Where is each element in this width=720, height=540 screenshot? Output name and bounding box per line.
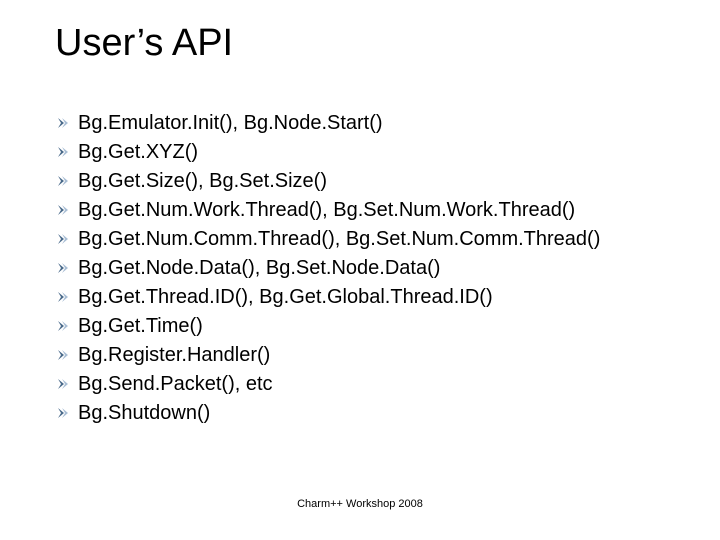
arrow-icon	[58, 342, 78, 368]
arrow-icon	[58, 371, 78, 397]
arrow-icon	[58, 284, 78, 310]
list-item-text: Bg.Emulator.Init(), Bg.Node.Start()	[78, 110, 680, 136]
arrow-icon	[58, 110, 78, 136]
list-item-text: Bg.Get.Size(), Bg.Set.Size()	[78, 168, 680, 194]
list-item: Bg.Register.Handler()	[58, 342, 680, 368]
list-item-text: Bg.Send.Packet(), etc	[78, 371, 680, 397]
list-item: Bg.Send.Packet(), etc	[58, 371, 680, 397]
arrow-icon	[58, 197, 78, 223]
list-item-text: Bg.Get.Thread.ID(), Bg.Get.Global.Thread…	[78, 284, 680, 310]
list-item-text: Bg.Get.XYZ()	[78, 139, 680, 165]
arrow-icon	[58, 226, 78, 252]
list-item: Bg.Shutdown()	[58, 400, 680, 426]
list-item-text: Bg.Get.Num.Work.Thread(), Bg.Set.Num.Wor…	[78, 197, 680, 223]
slide: User’s API Bg.Emulator.Init(), Bg.Node.S…	[0, 0, 720, 540]
list-item: Bg.Get.XYZ()	[58, 139, 680, 165]
list-item: Bg.Emulator.Init(), Bg.Node.Start()	[58, 110, 680, 136]
arrow-icon	[58, 168, 78, 194]
arrow-icon	[58, 313, 78, 339]
list-item: Bg.Get.Num.Comm.Thread(), Bg.Set.Num.Com…	[58, 226, 680, 252]
arrow-icon	[58, 255, 78, 281]
list-item-text: Bg.Get.Time()	[78, 313, 680, 339]
list-item: Bg.Get.Num.Work.Thread(), Bg.Set.Num.Wor…	[58, 197, 680, 223]
list-item: Bg.Get.Time()	[58, 313, 680, 339]
list-item-text: Bg.Get.Node.Data(), Bg.Set.Node.Data()	[78, 255, 680, 281]
slide-title: User’s API	[55, 22, 233, 65]
list-item-text: Bg.Shutdown()	[78, 400, 680, 426]
list-item: Bg.Get.Size(), Bg.Set.Size()	[58, 168, 680, 194]
slide-body: Bg.Emulator.Init(), Bg.Node.Start() Bg.G…	[58, 110, 680, 429]
arrow-icon	[58, 400, 78, 426]
arrow-icon	[58, 139, 78, 165]
slide-footer: Charm++ Workshop 2008	[0, 498, 720, 510]
list-item-text: Bg.Get.Num.Comm.Thread(), Bg.Set.Num.Com…	[78, 226, 680, 252]
list-item: Bg.Get.Node.Data(), Bg.Set.Node.Data()	[58, 255, 680, 281]
list-item-text: Bg.Register.Handler()	[78, 342, 680, 368]
list-item: Bg.Get.Thread.ID(), Bg.Get.Global.Thread…	[58, 284, 680, 310]
